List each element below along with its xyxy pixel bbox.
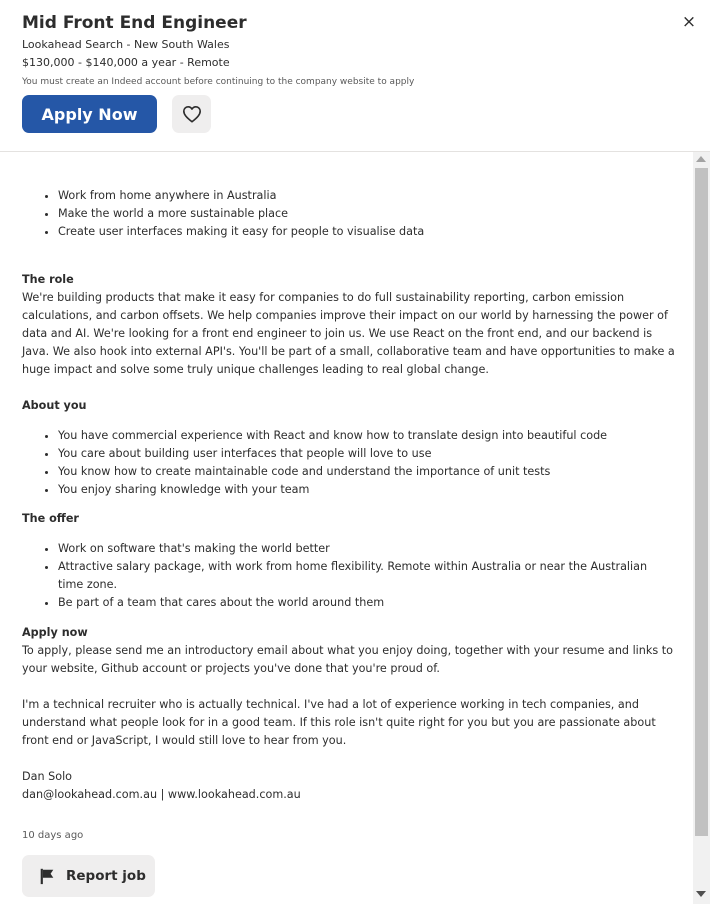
company-location: Lookahead Search - New South Wales <box>22 38 230 51</box>
signature-contact: dan@lookahead.com.au | www.lookahead.com… <box>22 788 301 801</box>
list-item: Make the world a more sustainable place <box>58 205 678 223</box>
role-heading: The role <box>22 273 74 286</box>
list-item: You enjoy sharing knowledge with your te… <box>58 481 678 499</box>
scroll-up-arrow-icon[interactable] <box>696 156 706 162</box>
list-item: Work from home anywhere in Australia <box>58 187 678 205</box>
recruiter-text: I'm a technical recruiter who is actuall… <box>22 698 656 747</box>
account-notice: You must create an Indeed account before… <box>22 77 415 87</box>
scrollbar[interactable] <box>693 152 710 904</box>
close-icon[interactable]: × <box>679 12 699 32</box>
about-list: You have commercial experience with Reac… <box>40 427 678 499</box>
job-header: Mid Front End Engineer Lookahead Search … <box>0 0 710 152</box>
job-title: Mid Front End Engineer <box>22 13 247 33</box>
apply-text: To apply, please send me an introductory… <box>22 644 673 675</box>
list-item: Be part of a team that cares about the w… <box>58 594 658 612</box>
signature-name: Dan Solo <box>22 770 73 783</box>
report-job-button[interactable]: Report job <box>22 855 155 897</box>
list-item: Create user interfaces making it easy fo… <box>58 223 678 241</box>
offer-list: Work on software that's making the world… <box>40 540 658 612</box>
list-item: You know how to create maintainable code… <box>58 463 678 481</box>
report-job-label: Report job <box>66 868 146 884</box>
offer-heading: The offer <box>22 512 79 525</box>
list-item: You have commercial experience with Reac… <box>58 427 678 445</box>
list-item: Work on software that's making the world… <box>58 540 658 558</box>
apply-now-button[interactable]: Apply Now <box>22 95 157 133</box>
list-item: You care about building user interfaces … <box>58 445 678 463</box>
scrollbar-thumb[interactable] <box>695 168 708 836</box>
salary-remote: $130,000 - $140,000 a year - Remote <box>22 56 230 69</box>
save-job-button[interactable] <box>172 95 211 133</box>
about-heading: About you <box>22 399 87 412</box>
job-description: Work from home anywhere in Australia Mak… <box>0 152 693 904</box>
posted-date: 10 days ago <box>22 830 84 841</box>
role-text: We're building products that make it eas… <box>22 291 675 376</box>
flag-icon <box>40 868 54 885</box>
list-item: Attractive salary package, with work fro… <box>58 558 658 594</box>
apply-heading: Apply now <box>22 626 88 639</box>
scroll-down-arrow-icon[interactable] <box>696 891 706 897</box>
perks-list: Work from home anywhere in Australia Mak… <box>40 187 678 241</box>
heart-icon <box>182 105 201 123</box>
